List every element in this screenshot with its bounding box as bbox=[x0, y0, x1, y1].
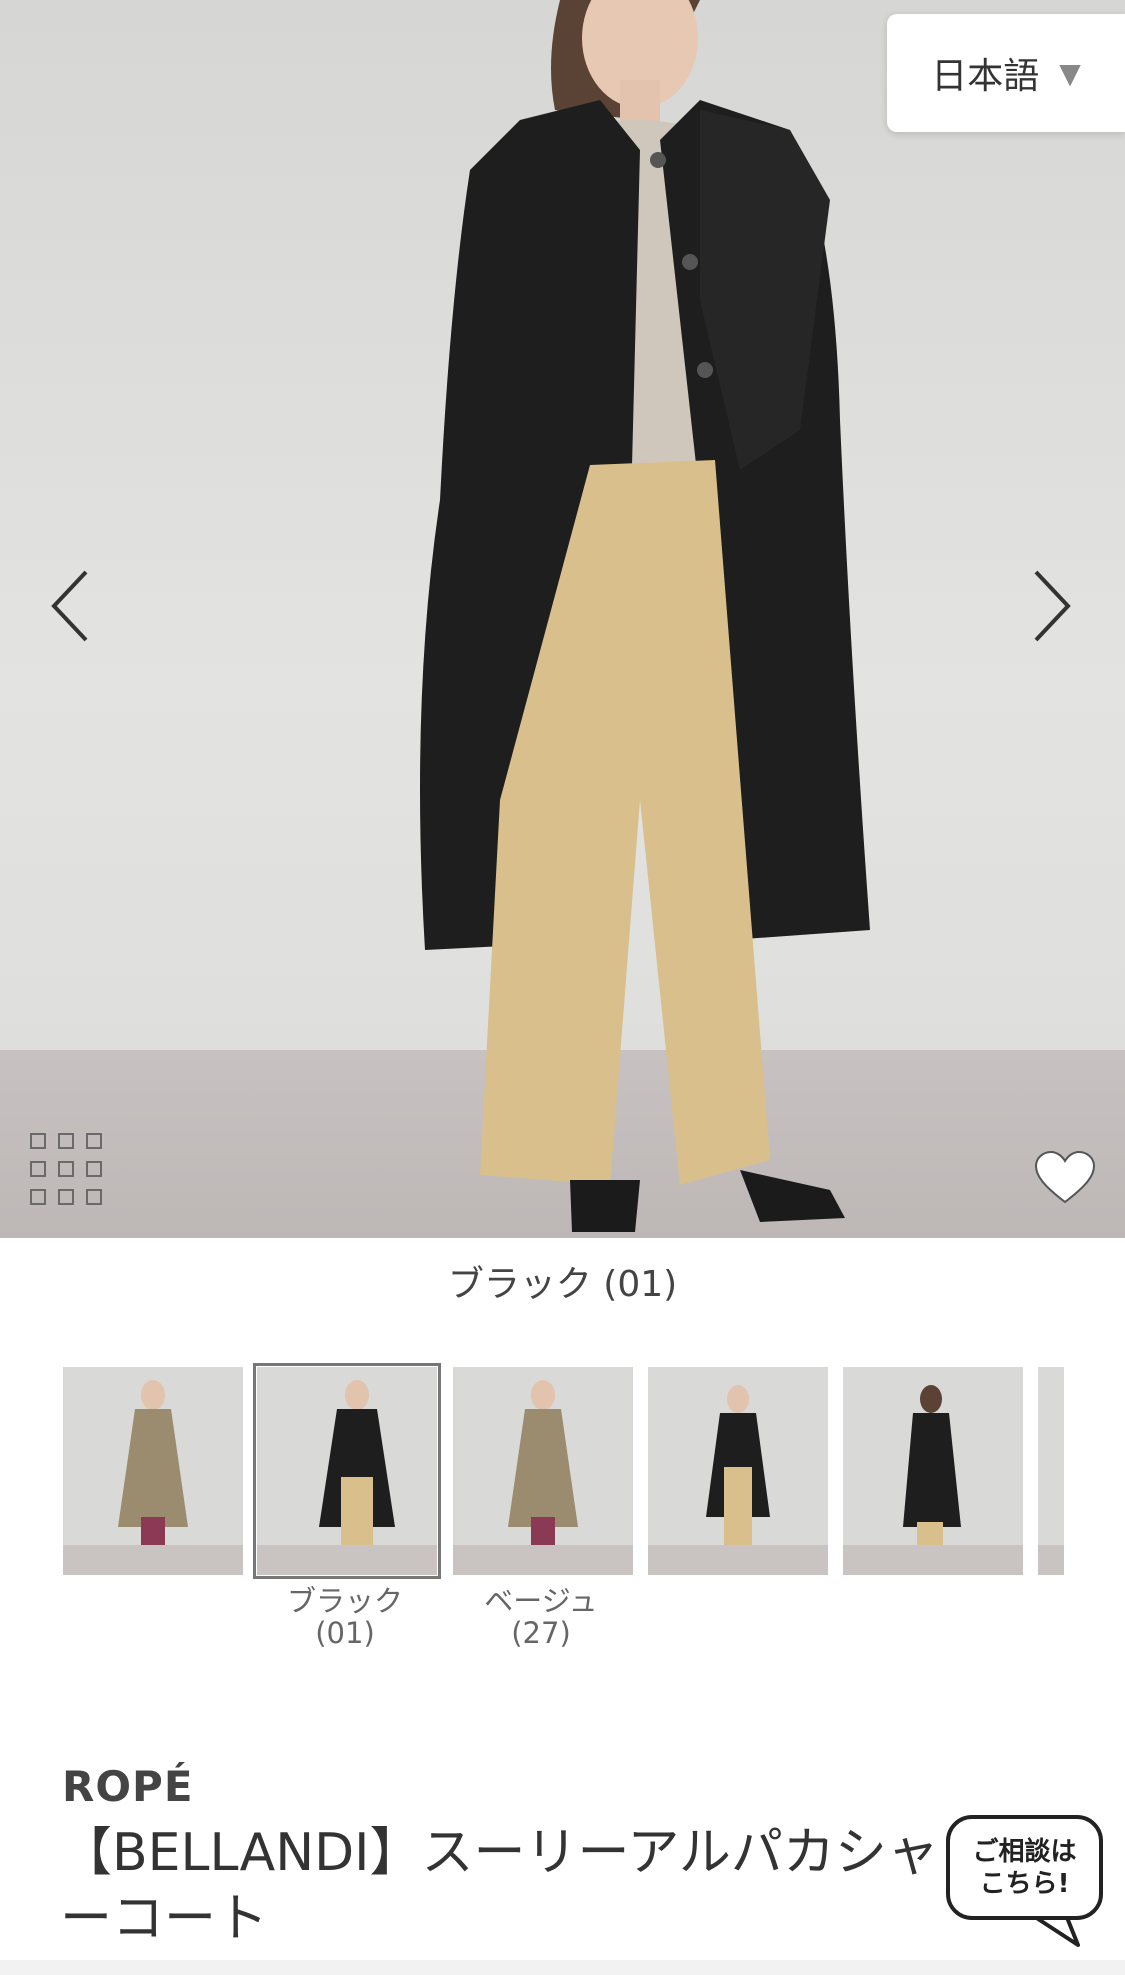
thumbnail-3-color-code: (27) bbox=[511, 1616, 571, 1650]
chat-button-line-2: こちら! bbox=[979, 1868, 1070, 1899]
thumbnail-model bbox=[508, 1380, 578, 1572]
thumbnail-2[interactable] bbox=[253, 1363, 441, 1579]
product-title-line-2: ーコート bbox=[60, 1889, 269, 1949]
thumbnail-2-label: ブラック (01) bbox=[250, 1585, 440, 1649]
thumbnail-floor bbox=[1038, 1545, 1064, 1575]
grid-icon bbox=[30, 1133, 102, 1205]
thumbnail-model bbox=[118, 1380, 188, 1572]
image-grid-button[interactable] bbox=[29, 1132, 105, 1212]
model-figure bbox=[420, 0, 870, 1232]
thumbnail-1[interactable] bbox=[63, 1367, 243, 1575]
language-selector-value: 日本語 bbox=[931, 56, 1040, 97]
favorite-button[interactable] bbox=[1034, 1150, 1096, 1210]
thumbnail-3-color-name: ベージュ bbox=[484, 1584, 598, 1618]
chat-bubble: ご相談は こちら! bbox=[946, 1815, 1103, 1920]
thumbnail-6-partial[interactable] bbox=[1038, 1367, 1064, 1575]
language-selector[interactable]: 日本語 ▼ bbox=[887, 14, 1125, 132]
thumbnail-5[interactable] bbox=[843, 1367, 1023, 1575]
consultation-chat-button[interactable]: ご相談は こちら! bbox=[946, 1815, 1109, 1947]
next-image-button[interactable] bbox=[1030, 568, 1074, 648]
thumbnail-floor bbox=[843, 1545, 1023, 1575]
product-title: 【BELLANDI】スーリーアルパカシャ ーコート bbox=[60, 1820, 1060, 1952]
thumbnail-3[interactable] bbox=[453, 1367, 633, 1575]
thumbnail-2-color-code: (01) bbox=[315, 1616, 375, 1650]
thumbnail-floor bbox=[648, 1545, 828, 1575]
product-title-line-1: 【BELLANDI】スーリーアルパカシャ bbox=[60, 1823, 939, 1883]
previous-image-button[interactable] bbox=[48, 568, 92, 648]
thumbnail-2-color-name: ブラック bbox=[286, 1584, 403, 1618]
chevron-down-icon: ▼ bbox=[1059, 56, 1081, 90]
product-image-main[interactable]: 日本語 ▼ bbox=[0, 0, 1125, 1238]
thumbnail-floor bbox=[63, 1545, 243, 1575]
thumbnail-floor bbox=[453, 1545, 633, 1575]
thumbnail-floor bbox=[257, 1545, 437, 1575]
chevron-left-icon bbox=[51, 570, 88, 642]
thumbnail-3-label: ベージュ (27) bbox=[446, 1585, 636, 1649]
thumbnail-model bbox=[903, 1385, 961, 1562]
thumbnail-model bbox=[319, 1380, 395, 1567]
chevron-right-icon bbox=[1034, 570, 1071, 642]
thumbnail-4[interactable] bbox=[648, 1367, 828, 1575]
current-color-caption: ブラック (01) bbox=[447, 1264, 678, 1305]
chat-button-line-1: ご相談は bbox=[972, 1836, 1077, 1867]
bottom-edge bbox=[0, 1960, 1125, 1975]
thumbnail-model bbox=[706, 1385, 770, 1562]
brand-name[interactable]: ROPÉ bbox=[62, 1762, 194, 1811]
heart-icon bbox=[1034, 1150, 1096, 1204]
